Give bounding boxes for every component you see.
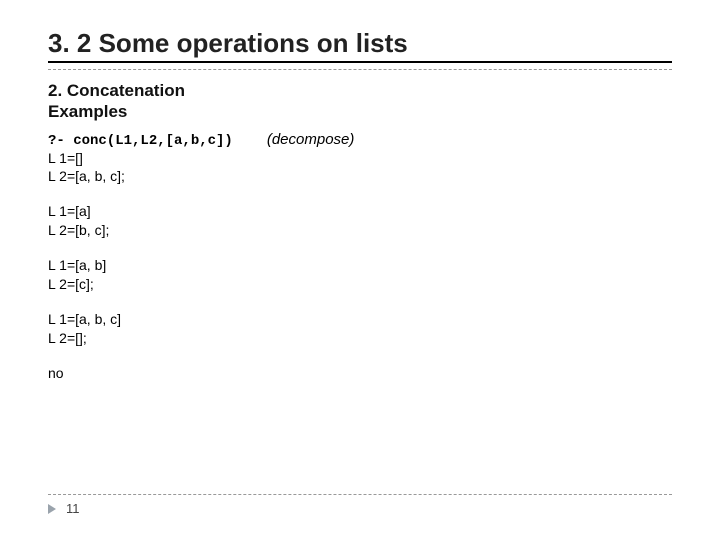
query-row: ?- conc(L1,L2,[a,b,c]) (decompose) bbox=[48, 131, 672, 149]
result-block-2: L 1=[a, b] L 2=[c]; bbox=[48, 256, 672, 294]
result-l2: L 2=[c]; bbox=[48, 275, 672, 294]
result-block-0: L 1=[] L 2=[a, b, c]; bbox=[48, 149, 672, 187]
slide: 3. 2 Some operations on lists 2. Concate… bbox=[0, 0, 720, 540]
page-title: 3. 2 Some operations on lists bbox=[48, 28, 672, 63]
query-annotation: (decompose) bbox=[267, 131, 355, 148]
query-code: ?- conc(L1,L2,[a,b,c]) bbox=[48, 133, 233, 149]
result-l1: L 1=[a, b] bbox=[48, 256, 672, 275]
subhead-line-1: 2. Concatenation bbox=[48, 80, 672, 101]
result-terminal: no bbox=[48, 364, 672, 383]
result-block-3: L 1=[a, b, c] L 2=[]; bbox=[48, 310, 672, 348]
result-l1: L 1=[] bbox=[48, 149, 672, 168]
result-l1: L 1=[a] bbox=[48, 202, 672, 221]
footer: 11 bbox=[48, 494, 672, 516]
subhead-line-2: Examples bbox=[48, 101, 672, 122]
result-block-1: L 1=[a] L 2=[b, c]; bbox=[48, 202, 672, 240]
page-number: 11 bbox=[66, 501, 80, 516]
page-arrow-icon bbox=[48, 504, 56, 514]
result-l2: L 2=[a, b, c]; bbox=[48, 167, 672, 186]
result-l1: L 1=[a, b, c] bbox=[48, 310, 672, 329]
subhead-block: 2. Concatenation Examples bbox=[48, 80, 672, 123]
divider-top bbox=[48, 69, 672, 70]
result-l2: L 2=[b, c]; bbox=[48, 221, 672, 240]
divider-bottom bbox=[48, 494, 672, 495]
result-l2: L 2=[]; bbox=[48, 329, 672, 348]
